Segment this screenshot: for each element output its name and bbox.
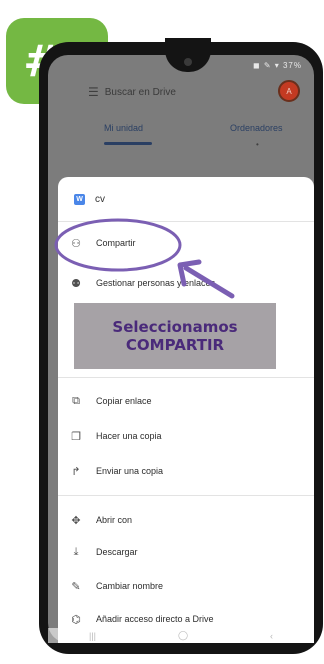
callout-line-2: COMPARTIR xyxy=(125,336,225,354)
share-arrow-icon: ↱ xyxy=(71,465,81,478)
document-icon: W xyxy=(74,193,85,205)
person-add-icon: ⚇ xyxy=(71,237,81,250)
menu-icon[interactable]: ☰ xyxy=(88,85,99,99)
sheet-header: W cv xyxy=(58,177,314,222)
menu-item-cambiar-nombre[interactable]: ✎ Cambiar nombre xyxy=(58,575,314,597)
menu-item-gestionar[interactable]: ⚉ Gestionar personas y enlaces xyxy=(58,272,314,294)
file-actions-sheet: W cv ⚇ Compartir ⚉ Gestionar personas y … xyxy=(58,177,314,643)
tab-indicator xyxy=(104,142,152,145)
tab-dot-icon: • xyxy=(256,140,259,149)
avatar[interactable]: A xyxy=(278,80,300,102)
menu-item-label: Copiar enlace xyxy=(96,396,152,406)
pencil-icon: ✎ xyxy=(71,580,81,593)
download-icon: ⤓ xyxy=(73,545,79,558)
copy-link-icon: ⧉ xyxy=(72,394,80,407)
menu-item-label: Enviar una copia xyxy=(96,466,164,476)
menu-item-label: Cambiar nombre xyxy=(96,581,164,591)
menu-item-acceso-directo[interactable]: ⌬ Añadir acceso directo a Drive xyxy=(58,608,314,630)
search-placeholder[interactable]: Buscar en Drive xyxy=(105,87,176,98)
menu-item-label: Añadir acceso directo a Drive xyxy=(96,614,214,624)
recents-icon[interactable]: ||| xyxy=(89,631,96,641)
shortcut-icon: ⌬ xyxy=(71,613,81,626)
instruction-callout: Seleccionamos COMPARTIR xyxy=(74,303,276,369)
menu-item-label: Compartir xyxy=(96,238,136,248)
menu-item-abrir-con[interactable]: ✥ Abrir con xyxy=(58,509,314,531)
camera-icon xyxy=(184,58,192,66)
home-icon[interactable]: ◯ xyxy=(178,630,188,641)
tab-ordenadores[interactable]: Ordenadores xyxy=(230,123,283,133)
tab-mi-unidad[interactable]: Mi unidad xyxy=(104,123,143,133)
people-icon: ⚉ xyxy=(71,277,81,290)
divider xyxy=(58,495,314,496)
menu-item-label: Gestionar personas y enlaces xyxy=(96,278,216,288)
search-bar[interactable]: ☰ Buscar en Drive A xyxy=(88,80,310,104)
divider xyxy=(58,377,314,378)
menu-item-label: Hacer una copia xyxy=(96,431,162,441)
android-nav-bar: ||| ◯ ‹ xyxy=(48,628,314,643)
copy-icon: ❐ xyxy=(71,430,81,443)
menu-item-label: Descargar xyxy=(96,547,138,557)
back-icon[interactable]: ‹ xyxy=(270,631,273,641)
menu-item-copiar-enlace[interactable]: ⧉ Copiar enlace xyxy=(58,390,314,412)
menu-item-label: Abrir con xyxy=(96,515,133,525)
tab-bar: Mi unidad Ordenadores • xyxy=(48,118,314,149)
file-name: cv xyxy=(95,193,105,205)
menu-item-hacer-copia[interactable]: ❐ Hacer una copia xyxy=(58,425,314,447)
menu-item-compartir[interactable]: ⚇ Compartir xyxy=(58,232,314,254)
menu-item-descargar[interactable]: ⤓ Descargar xyxy=(58,541,314,563)
status-bar: ◼ ✎ ▾ 37% xyxy=(252,61,302,70)
open-with-icon: ✥ xyxy=(71,514,81,527)
callout-line-1: Seleccionamos xyxy=(112,318,238,336)
avatar-letter: A xyxy=(286,86,292,96)
menu-item-enviar-copia[interactable]: ↱ Enviar una copia xyxy=(58,460,314,482)
